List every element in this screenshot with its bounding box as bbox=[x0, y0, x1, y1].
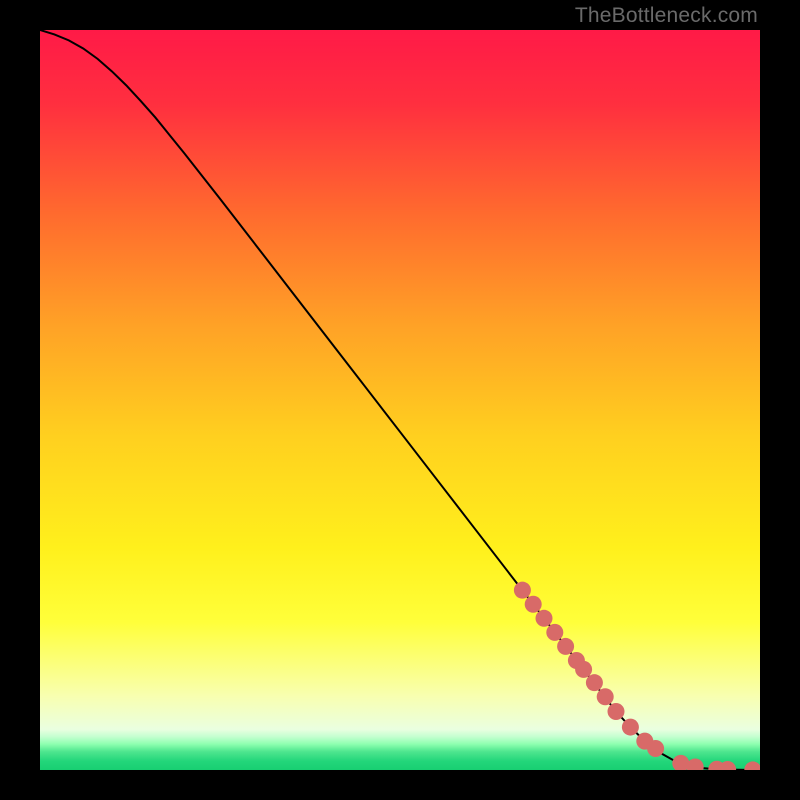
data-point-marker bbox=[525, 596, 542, 613]
data-point-marker bbox=[586, 674, 603, 691]
data-point-marker bbox=[622, 719, 639, 736]
data-point-marker bbox=[546, 624, 563, 641]
data-point-marker bbox=[514, 582, 531, 599]
data-point-marker bbox=[647, 740, 664, 757]
data-point-marker bbox=[557, 638, 574, 655]
watermark-text: TheBottleneck.com bbox=[575, 4, 758, 28]
chart-plot bbox=[40, 30, 760, 770]
gradient-background bbox=[40, 30, 760, 770]
data-point-marker bbox=[597, 688, 614, 705]
data-point-marker bbox=[536, 610, 553, 627]
chart-frame: TheBottleneck.com bbox=[0, 0, 800, 800]
data-point-marker bbox=[575, 661, 592, 678]
data-point-marker bbox=[608, 703, 625, 720]
